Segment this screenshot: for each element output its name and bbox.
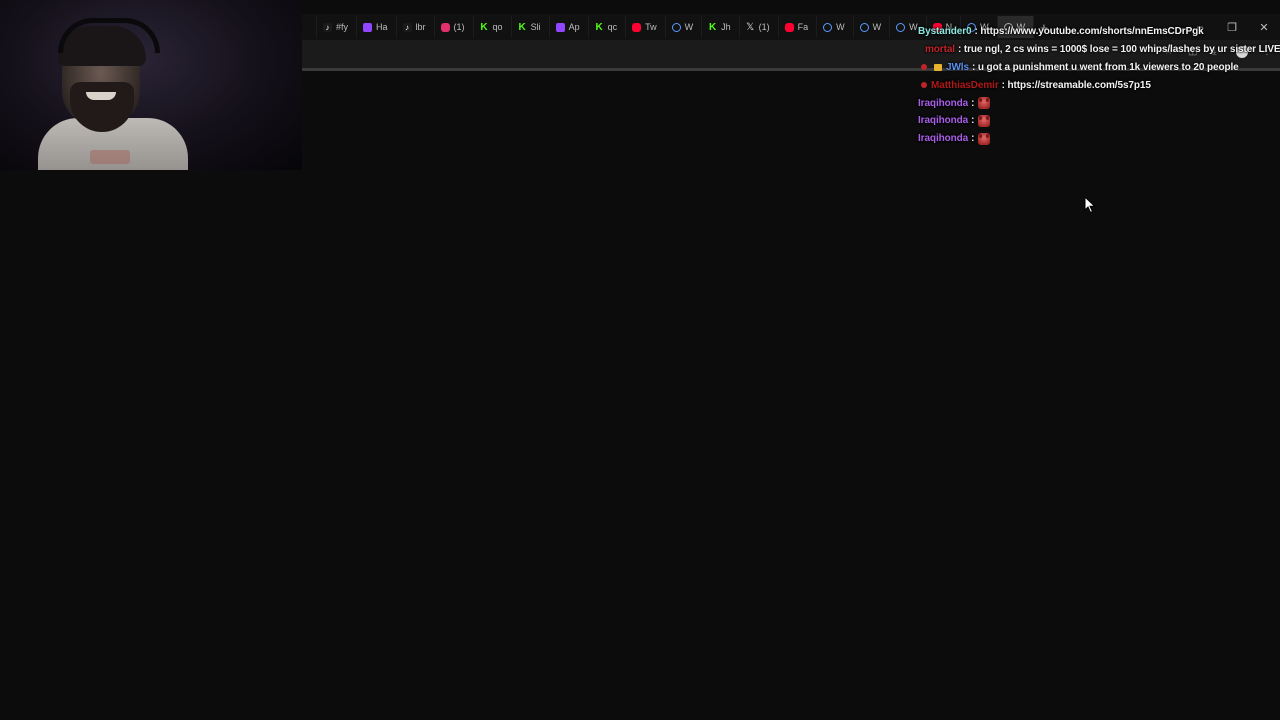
x-icon: 𝕏 <box>746 21 755 33</box>
browser-tab[interactable]: ♪ #fy <box>317 16 358 38</box>
chat-badge-icon <box>921 82 927 89</box>
chat-text: true ngl, 2 cs wins = 1000$ lose = 100 w… <box>963 44 1280 56</box>
browser-tab[interactable]: ♪ lbr <box>397 16 435 38</box>
tiktok-icon: ♪ <box>402 22 412 32</box>
kick-icon: K <box>595 21 603 33</box>
browser-tab[interactable]: W <box>666 16 703 38</box>
browser-tab[interactable]: Ha <box>357 16 397 38</box>
tab-label: W <box>872 22 882 32</box>
chat-separator: : <box>1001 79 1005 91</box>
chat-separator: : <box>971 115 975 127</box>
chat-username: mortal <box>925 44 955 56</box>
chat-username: Iraqihonda <box>918 97 969 109</box>
tab-label: W <box>836 22 845 32</box>
web-icon <box>671 22 681 32</box>
tab-label: Ap <box>568 22 580 32</box>
stream-stage: ♪ #fy Ha ♪ lbr (1) Kqo K Sli Ap Kqc Tw W KJ… <box>0 0 1280 720</box>
mouse-cursor-icon <box>1084 196 1096 214</box>
browser-tab[interactable]: W <box>854 16 891 38</box>
browser-tab[interactable]: W <box>817 16 854 38</box>
chat-badge-icon <box>921 64 927 71</box>
browser-tab[interactable]: Kqo <box>474 16 512 38</box>
browser-tab[interactable]: Kqc <box>589 16 627 38</box>
tab-label: Tw <box>645 22 657 32</box>
web-icon <box>823 22 833 32</box>
tab-label: Sli <box>530 22 541 32</box>
red-face-emote-icon <box>978 132 991 145</box>
chat-message: Bystander0 : https://www.youtube.com/sho… <box>918 23 1280 41</box>
tab-label: Jh <box>721 22 731 32</box>
web-icon <box>859 22 869 32</box>
chat-separator: : <box>971 133 975 145</box>
tab-label: W <box>684 22 694 32</box>
chat-separator: : <box>971 97 975 109</box>
twitch-icon <box>363 22 373 32</box>
chat-separator: : <box>971 61 976 73</box>
webcam-shirt-print <box>90 150 130 164</box>
chat-text: https://streamable.com/5s7p15 <box>1007 79 1151 91</box>
tab-label: (1) <box>758 22 770 32</box>
tab-label: qo <box>492 22 503 32</box>
chat-message: mortal : true ngl, 2 cs wins = 1000$ los… <box>918 41 1280 59</box>
tab-label: Ha <box>376 22 388 32</box>
chat-message: JWls : u got a punishment u went from 1k… <box>918 59 1280 77</box>
chat-username: Bystander0 <box>918 26 972 38</box>
chat-username: Iraqihonda <box>918 133 969 145</box>
kick-icon: K <box>709 21 717 33</box>
tab-label: #fy <box>336 22 349 32</box>
red-face-emote-icon <box>978 97 991 110</box>
red-face-emote-icon <box>978 114 991 127</box>
browser-tab[interactable]: Ap <box>550 16 589 38</box>
browser-tab[interactable]: (1) <box>435 16 474 38</box>
chat-message: Iraqihonda : <box>918 112 1280 130</box>
headphones-icon <box>58 18 160 53</box>
browser-tab[interactable]: Tw <box>626 16 666 38</box>
tab-label: (1) <box>453 22 465 32</box>
chat-username: Iraqihonda <box>918 115 969 127</box>
kick-icon: K <box>518 21 526 33</box>
webcam-feed <box>0 0 302 170</box>
tab-label: qc <box>607 22 618 32</box>
youtube-icon <box>784 22 794 32</box>
chat-text: https://www.youtube.com/shorts/nnEmsCDrP… <box>980 26 1204 38</box>
chat-message: MatthiasDemir : https://streamable.com/5… <box>918 76 1280 94</box>
subscriber-badge-icon <box>934 63 942 71</box>
tab-label: W <box>909 22 918 32</box>
webcam-streamer-smile <box>86 92 116 100</box>
chat-separator: : <box>974 26 978 38</box>
chat-username: JWls <box>946 61 969 73</box>
browser-tab[interactable]: 𝕏 (1) <box>740 16 779 38</box>
tiktok-icon: ♪ <box>323 22 332 32</box>
browser-tab[interactable] <box>302 16 317 38</box>
youtube-icon <box>632 22 642 32</box>
tab-label: lbr <box>415 22 426 32</box>
browser-tab[interactable]: Fa <box>779 16 818 38</box>
chat-overlay: Bystander0 : https://www.youtube.com/sho… <box>918 23 1280 148</box>
chat-message: Iraqihonda : <box>918 130 1280 148</box>
chat-separator: : <box>957 44 962 56</box>
chat-text: u got a punishment u went from 1k viewer… <box>977 61 1239 73</box>
twitch-icon <box>555 22 565 32</box>
chat-message: Iraqihonda : <box>918 94 1280 112</box>
browser-tab[interactable]: K Jh <box>702 16 740 38</box>
chat-username: MatthiasDemir <box>931 79 999 91</box>
tab-label: Fa <box>797 22 809 32</box>
kick-icon: K <box>480 21 488 33</box>
web-icon <box>896 22 906 32</box>
instagram-icon <box>440 22 450 32</box>
browser-tab[interactable]: K Sli <box>512 16 550 38</box>
